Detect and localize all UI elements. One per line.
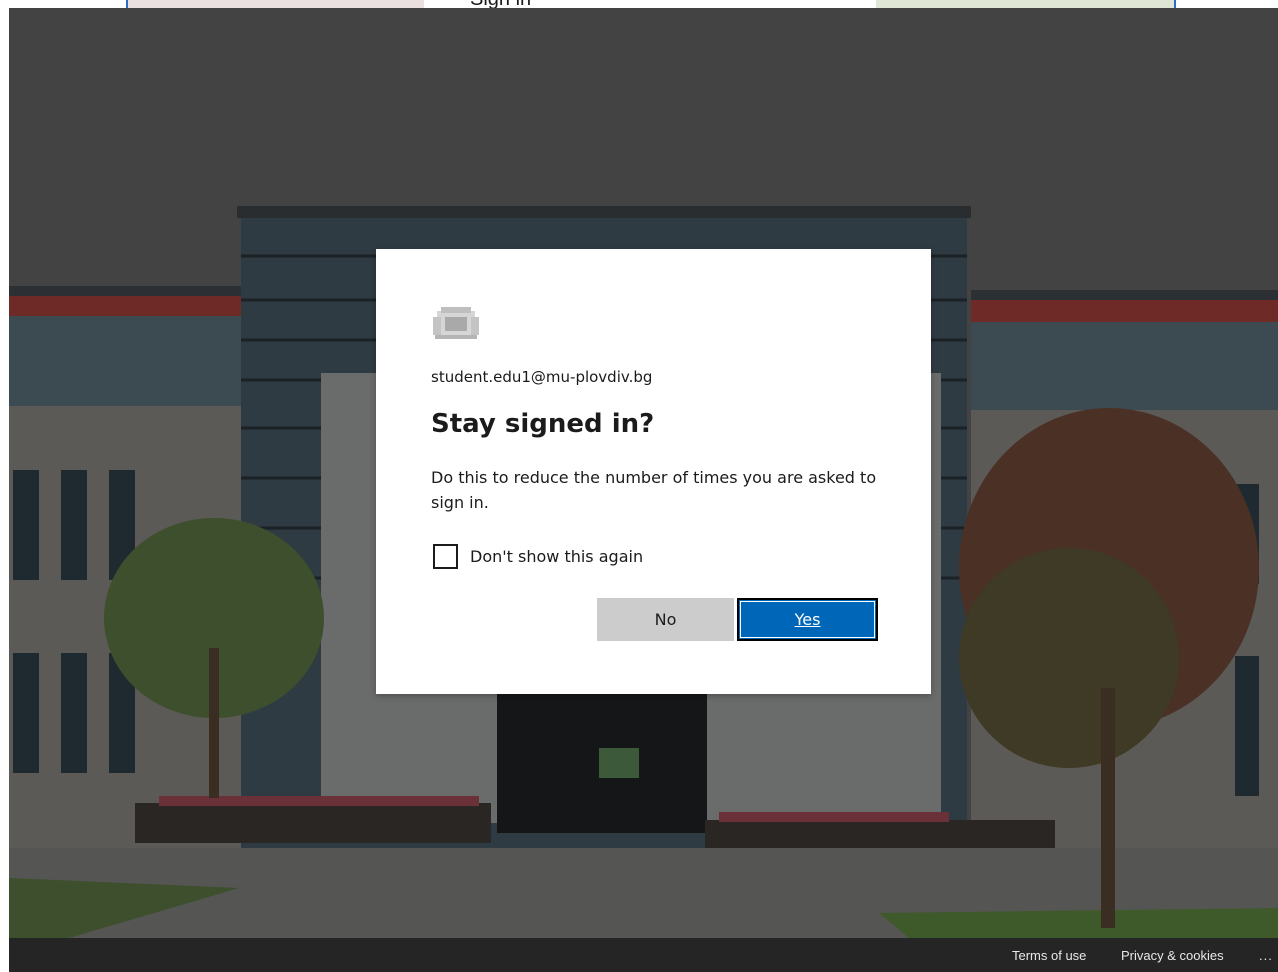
account-email: student.edu1@mu-plovdiv.bg (431, 368, 653, 386)
university-crest-icon (433, 307, 479, 339)
underlying-page-strip: Sign in (0, 0, 1278, 8)
dialog-title: Stay signed in? (431, 409, 655, 439)
terms-of-use-link[interactable]: Terms of use (1012, 948, 1086, 963)
more-options-button[interactable]: ... (1259, 948, 1273, 963)
dont-show-again-checkbox[interactable] (433, 544, 458, 569)
privacy-cookies-link[interactable]: Privacy & cookies (1121, 948, 1224, 963)
no-button[interactable]: No (597, 598, 734, 641)
footer-bar: Terms of use Privacy & cookies ... (9, 938, 1278, 972)
stay-signed-in-dialog: student.edu1@mu-plovdiv.bg Stay signed i… (376, 249, 931, 694)
dialog-description: Do this to reduce the number of times yo… (431, 468, 877, 512)
dont-show-again-row[interactable]: Don't show this again (433, 544, 643, 569)
dont-show-again-label[interactable]: Don't show this again (470, 547, 643, 566)
underlying-page-title: Sign in (470, 0, 531, 8)
yes-button[interactable]: Yes (737, 598, 878, 641)
